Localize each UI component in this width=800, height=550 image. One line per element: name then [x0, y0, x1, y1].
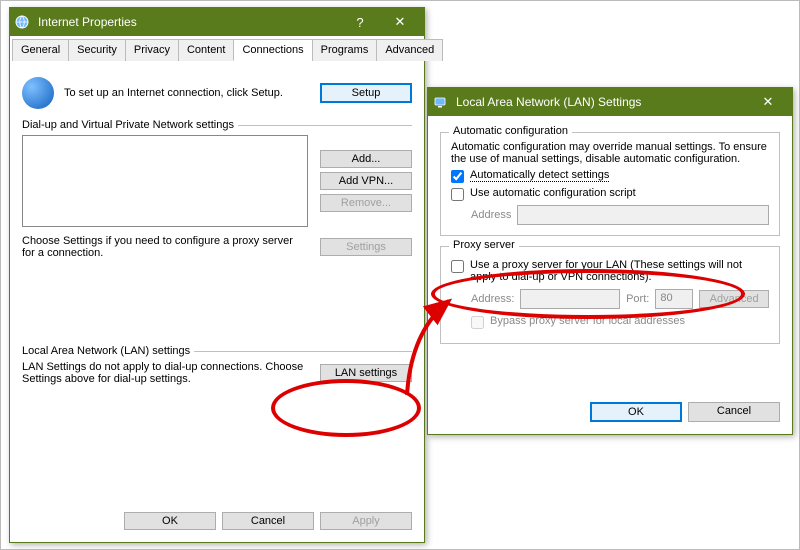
ok-button[interactable]: OK [590, 402, 682, 422]
port-input: 80 [655, 289, 693, 309]
auto-legend: Automatic configuration [449, 125, 572, 137]
proxy-address-label: Address: [471, 293, 514, 305]
close-button[interactable]: ✕ [748, 88, 788, 116]
remove-button: Remove... [320, 194, 412, 212]
tab-general[interactable]: General [12, 39, 69, 61]
auto-detect-checkbox[interactable]: Automatically detect settings [451, 169, 769, 183]
setup-text: To set up an Internet connection, click … [64, 87, 308, 99]
bypass-input [471, 316, 484, 329]
port-label: Port: [626, 293, 649, 305]
use-proxy-checkbox[interactable]: Use a proxy server for your LAN (These s… [451, 259, 769, 283]
connections-listbox[interactable] [22, 135, 308, 227]
globe-icon [14, 14, 30, 30]
proxy-server-group: Proxy server Use a proxy server for your… [440, 246, 780, 344]
proxy-address-input [520, 289, 620, 309]
close-button[interactable]: ✕ [380, 8, 420, 36]
automatic-config-group: Automatic configuration Automatic config… [440, 132, 780, 236]
tab-security[interactable]: Security [68, 39, 126, 61]
tab-programs[interactable]: Programs [312, 39, 378, 61]
use-proxy-input[interactable] [451, 260, 464, 273]
use-proxy-label: Use a proxy server for your LAN (These s… [470, 259, 769, 283]
lan-header: Local Area Network (LAN) settings [22, 345, 190, 357]
dialup-header: Dial-up and Virtual Private Network sett… [22, 119, 234, 131]
lan-settings-dialog: Local Area Network (LAN) Settings ✕ Auto… [427, 87, 793, 435]
ok-button[interactable]: OK [124, 512, 216, 530]
auto-script-label: Use automatic configuration script [470, 187, 636, 199]
internet-properties-dialog: Internet Properties ? ✕ General Security… [9, 7, 425, 543]
lan-settings-button[interactable]: LAN settings [320, 364, 412, 382]
titlebar: Internet Properties ? ✕ [10, 8, 424, 36]
add-button[interactable]: Add... [320, 150, 412, 168]
auto-detect-label: Automatically detect settings [470, 169, 609, 182]
window-title: Internet Properties [34, 15, 340, 29]
auto-note: Automatic configuration may override man… [451, 141, 769, 165]
lan-note: LAN Settings do not apply to dial-up con… [22, 361, 308, 385]
setup-button[interactable]: Setup [320, 83, 412, 103]
tab-advanced[interactable]: Advanced [376, 39, 443, 61]
auto-detect-input[interactable] [451, 170, 464, 183]
help-button[interactable]: ? [340, 8, 380, 36]
add-vpn-button[interactable]: Add VPN... [320, 172, 412, 190]
window-title: Local Area Network (LAN) Settings [452, 95, 748, 109]
tab-privacy[interactable]: Privacy [125, 39, 179, 61]
address-label: Address [471, 209, 511, 221]
apply-button: Apply [320, 512, 412, 530]
auto-script-input[interactable] [451, 188, 464, 201]
settings-button: Settings [320, 238, 412, 256]
bypass-label: Bypass proxy server for local addresses [490, 315, 685, 327]
auto-script-checkbox[interactable]: Use automatic configuration script [451, 187, 769, 201]
tab-connections[interactable]: Connections [233, 39, 312, 61]
network-icon [432, 94, 448, 110]
advanced-button: Advanced [699, 290, 769, 308]
proxy-legend: Proxy server [449, 239, 519, 251]
bypass-checkbox: Bypass proxy server for local addresses [471, 315, 769, 329]
titlebar: Local Area Network (LAN) Settings ✕ [428, 88, 792, 116]
tabstrip: General Security Privacy Content Connect… [12, 38, 422, 61]
proxy-note: Choose Settings if you need to configure… [22, 235, 308, 259]
script-address-input [517, 205, 769, 225]
tab-content[interactable]: Content [178, 39, 235, 61]
cancel-button[interactable]: Cancel [688, 402, 780, 422]
globe-icon [22, 77, 54, 109]
cancel-button[interactable]: Cancel [222, 512, 314, 530]
